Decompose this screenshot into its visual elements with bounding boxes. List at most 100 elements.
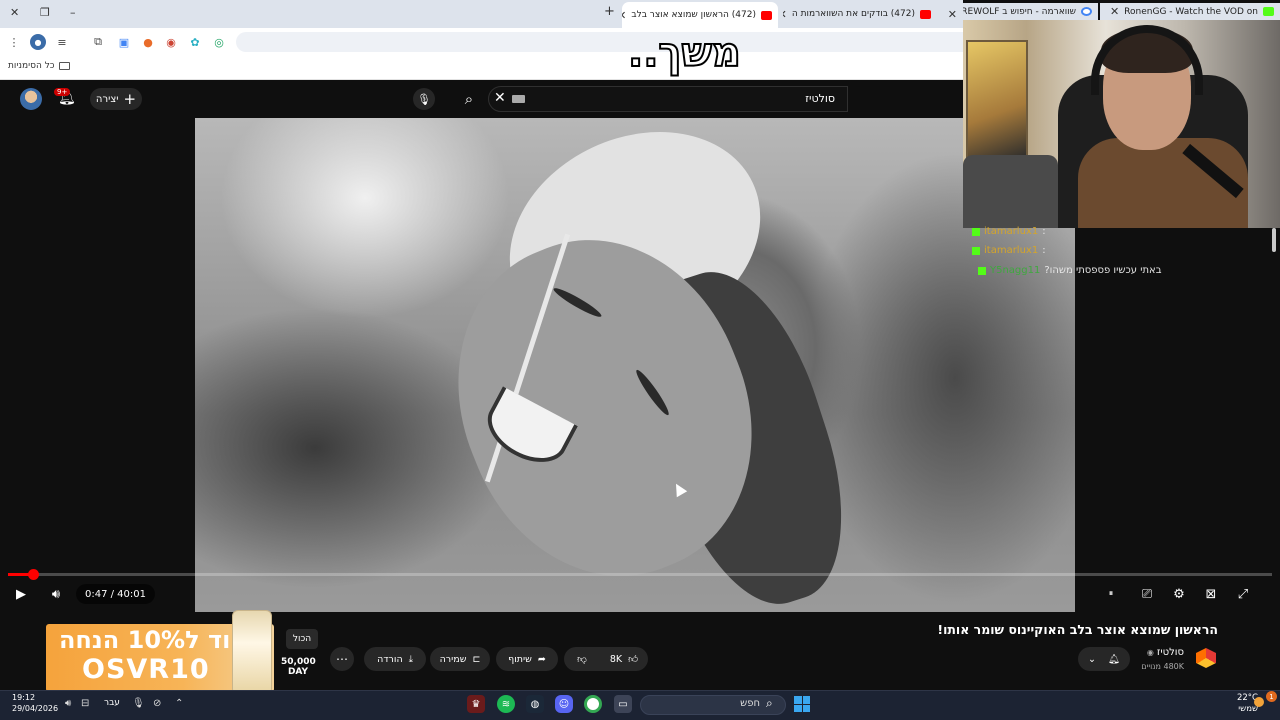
thumbs-down-icon: 👎︎ <box>577 654 587 665</box>
tab-active[interactable]: (472) הראשון שמוצא אוצר בלב ✕ <box>622 2 778 28</box>
time-display: 0:47 / 40:01 <box>76 584 156 604</box>
create-button[interactable]: + יצירה <box>90 88 142 110</box>
extension-icon[interactable]: ◉ <box>163 34 179 50</box>
extension-icon[interactable]: ● <box>140 34 156 50</box>
notification-badge: 1 <box>1266 691 1277 702</box>
kick-badge-icon <box>972 246 980 255</box>
tab-title: (472) הראשון שמוצא אוצר בלב <box>631 10 756 20</box>
download-button[interactable]: ⤓ הורדה <box>364 647 426 671</box>
share-icon: ➦ <box>537 653 546 665</box>
channel-name-label: סולטיז <box>1156 647 1184 658</box>
tab-3[interactable]: ✕ <box>942 3 963 25</box>
chrome-icon[interactable] <box>584 695 602 713</box>
file-explorer-icon[interactable]: ▭ <box>614 695 632 713</box>
autoplay-toggle-icon[interactable]: ⏸ <box>1101 584 1121 604</box>
network-icon[interactable]: ⊟ <box>81 698 89 709</box>
new-tab-button[interactable]: + <box>604 4 615 19</box>
minimize-window-icon[interactable]: – <box>70 6 76 19</box>
chevron-up-icon[interactable]: ⌃ <box>175 698 183 709</box>
all-bookmarks-button[interactable]: כל הסימניות <box>8 61 70 71</box>
close-tab-icon[interactable]: ✕ <box>948 8 957 21</box>
screen: ✕ ❐ – + (472) הראשון שמוצא אוצר בלב ✕ (4… <box>0 0 1280 720</box>
tab-2[interactable]: (472) בודקים את השווארמות ה ✕ <box>783 3 937 25</box>
kick-badge-icon <box>972 227 980 236</box>
windows-start-icon[interactable] <box>794 696 810 712</box>
video-caption: משך.. <box>627 29 742 77</box>
like-button[interactable]: 8K 👍︎ <box>600 647 648 671</box>
clock-time: 19:12 <box>12 693 36 702</box>
miniplayer-icon[interactable]: ⊠ <box>1201 584 1221 604</box>
microphone-icon[interactable]: 🎙︎ <box>132 698 145 709</box>
close-tab-icon[interactable]: ✕ <box>783 8 787 21</box>
save-label: שמירה <box>439 653 467 665</box>
restore-window-icon[interactable]: ❐ <box>40 6 50 19</box>
like-count: 8K <box>609 653 623 665</box>
create-label: יצירה <box>95 93 119 105</box>
tab-title: (472) בודקים את השווארמות ה <box>791 9 915 19</box>
chat-scrollbar[interactable] <box>1272 228 1276 252</box>
ad-all-button[interactable]: הכול <box>286 629 318 649</box>
taskbar-search-input[interactable] <box>640 695 786 715</box>
profile-icon[interactable]: ● <box>30 34 46 50</box>
extension-icon[interactable]: ✿ <box>187 34 203 50</box>
tab-4[interactable]: RonenGG - Watch the VOD on ✕ <box>1100 3 1280 20</box>
keyboard-icon[interactable] <box>512 95 525 103</box>
youtube-favicon-icon <box>920 9 931 19</box>
extensions-icon[interactable]: ⧉ <box>90 34 106 50</box>
subtitles-icon[interactable]: ⎚ <box>1137 584 1157 604</box>
close-tab-icon[interactable]: ✕ <box>1110 5 1119 18</box>
search-button[interactable]: ⌕ <box>452 86 486 112</box>
spotify-icon[interactable]: ≋ <box>497 695 515 713</box>
folder-icon <box>58 62 70 70</box>
streamer-webcam <box>963 20 1280 228</box>
search-input[interactable] <box>488 86 848 112</box>
address-bar[interactable] <box>236 32 963 52</box>
ad-promo-text: קוד ל10% הנחה <box>58 626 248 654</box>
extension-icon[interactable]: ▣ <box>116 34 132 50</box>
video-frame[interactable] <box>195 118 1075 612</box>
tray-app-icon[interactable]: ⊘ <box>153 698 161 709</box>
close-icon[interactable]: ✕ <box>494 90 506 106</box>
tab-title: RonenGG - Watch the VOD on <box>1124 6 1258 17</box>
youtube-favicon-icon <box>761 10 772 20</box>
reading-list-icon[interactable]: ≡ <box>54 34 70 50</box>
webcam-sofa <box>963 155 1058 228</box>
chat-user: itamarlux1 <box>984 245 1039 256</box>
menu-dots-icon[interactable]: ⋮ <box>6 34 22 50</box>
webcam-headset <box>1091 25 1203 95</box>
tab-3-title-area[interactable]: שווארמה - חיפוש ב FIREWOLF <box>963 3 1098 20</box>
chat-user: itamarlux1 <box>984 226 1039 237</box>
search-query: סולטיז <box>805 92 835 105</box>
settings-gear-icon[interactable]: ⚙ <box>1169 584 1189 604</box>
share-button[interactable]: ➦ שיתוף <box>496 647 558 671</box>
language-indicator[interactable]: עבר <box>104 698 120 708</box>
extension-icon[interactable]: ◎ <box>211 34 227 50</box>
close-tab-icon[interactable]: ✕ <box>622 9 626 22</box>
steam-icon[interactable]: ◍ <box>526 695 544 713</box>
dislike-button[interactable]: 👎︎ <box>566 647 598 671</box>
tab-title: שווארמה - חיפוש ב FIREWOLF <box>963 6 1076 17</box>
channel-name[interactable]: סולטיז ◉ <box>1147 647 1184 658</box>
play-icon[interactable]: ▶ <box>11 584 31 604</box>
progress-bar[interactable] <box>8 569 1272 580</box>
verified-icon: ◉ <box>1146 648 1154 657</box>
subscribed-button[interactable]: 🔔︎ ⌄ <box>1078 647 1130 671</box>
more-options-button[interactable]: ⋯ <box>330 647 354 671</box>
close-window-icon[interactable]: ✕ <box>10 6 19 19</box>
discord-icon[interactable]: ☺ <box>555 695 573 713</box>
bookmark-icon: ⊐ <box>472 653 481 665</box>
fullscreen-icon[interactable]: ⤢ <box>1233 584 1253 604</box>
volume-icon[interactable]: 🔊︎ <box>46 584 66 604</box>
bell-icon: 🔔︎ <box>1107 653 1121 665</box>
chat-message: itamarlux1 : <box>972 226 1046 237</box>
clock[interactable]: 19:12 29/04/2026 <box>12 692 58 714</box>
ad-promo-code: OSVR10 <box>82 654 210 685</box>
save-button[interactable]: ⊐ שמירה <box>430 647 490 671</box>
avatar[interactable] <box>20 88 42 110</box>
progress-handle[interactable] <box>28 569 39 580</box>
chat-user: Y5nagg11 <box>990 265 1041 276</box>
volume-icon[interactable]: 🔊︎ <box>65 698 71 709</box>
taskbar-app-icon[interactable]: ♛ <box>467 695 485 713</box>
chat-text: : <box>1042 226 1046 237</box>
mic-icon[interactable]: 🎙︎ <box>413 88 435 110</box>
